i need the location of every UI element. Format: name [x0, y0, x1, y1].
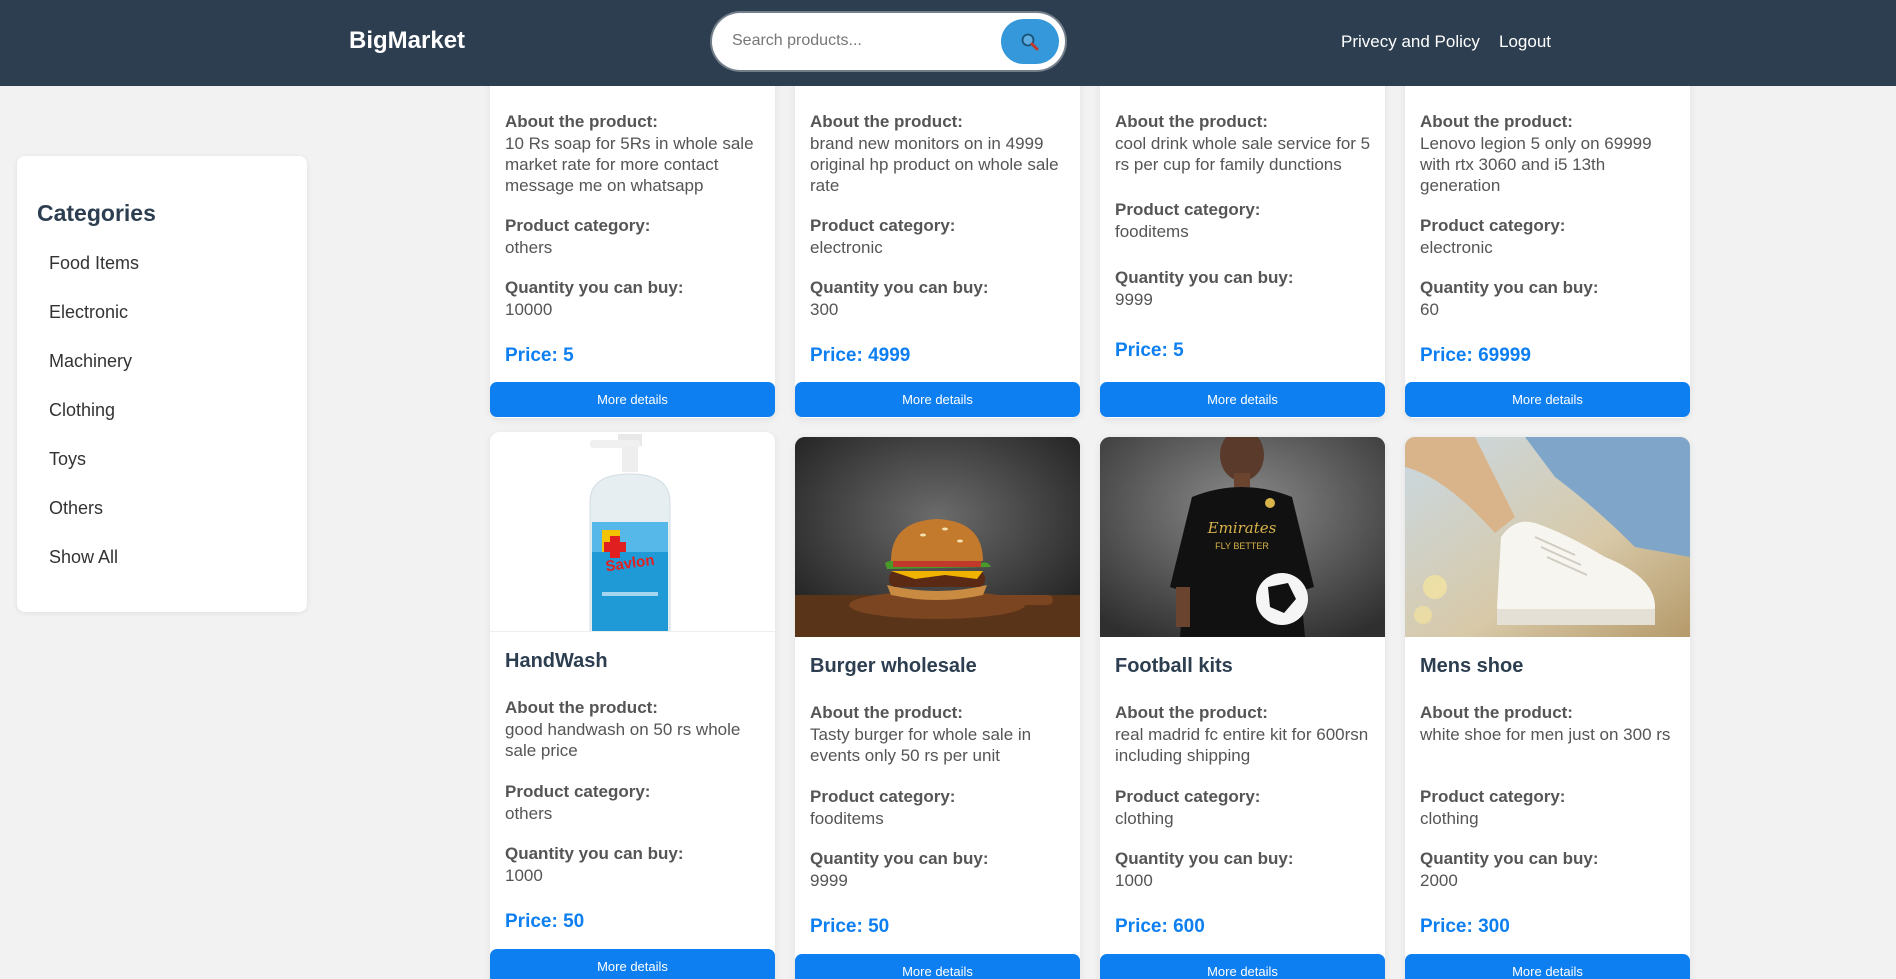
product-card: About the product: cool drink whole sale…: [1100, 60, 1385, 418]
product-quantity: 9999: [1115, 290, 1153, 309]
search-input[interactable]: [732, 27, 992, 55]
product-quantity: 300: [810, 300, 839, 319]
category-electronic[interactable]: Electronic: [49, 302, 128, 323]
category-label: Product category:: [810, 216, 956, 235]
search-bar: [712, 13, 1065, 70]
logout-link[interactable]: Logout: [1499, 32, 1551, 52]
quantity-label: Quantity you can buy:: [1420, 278, 1599, 297]
category-machinery[interactable]: Machinery: [49, 351, 132, 372]
category-label: Product category:: [505, 216, 651, 235]
more-details-button[interactable]: More details: [490, 949, 775, 979]
product-category: electronic: [810, 238, 883, 257]
product-price: Price: 50: [505, 911, 585, 932]
product-category: clothing: [1115, 809, 1174, 828]
football-kit-image: Emirates FLY BETTER: [1100, 437, 1385, 637]
category-label: Product category:: [1420, 216, 1566, 235]
about-label: About the product:: [505, 698, 658, 717]
product-card: Burger wholesale About the product: Tast…: [795, 437, 1080, 979]
product-quantity: 9999: [810, 871, 848, 890]
product-quantity: 60: [1420, 300, 1439, 319]
about-label: About the product:: [1115, 703, 1268, 722]
quantity-label: Quantity you can buy:: [505, 278, 684, 297]
categories-title: Categories: [37, 200, 156, 226]
product-quantity: 1000: [1115, 871, 1153, 890]
about-label: About the product:: [810, 703, 963, 722]
category-clothing[interactable]: Clothing: [49, 400, 115, 421]
product-name: Mens shoe: [1420, 655, 1524, 677]
product-description: cool drink whole sale service for 5 rs p…: [1115, 134, 1371, 174]
category-show-all[interactable]: Show All: [49, 547, 118, 568]
product-quantity: 2000: [1420, 871, 1458, 890]
about-label: About the product:: [1420, 703, 1573, 722]
quantity-label: Quantity you can buy:: [1420, 849, 1599, 868]
about-label: About the product:: [1115, 112, 1268, 131]
quantity-label: Quantity you can buy:: [1115, 849, 1294, 868]
category-label: Product category:: [810, 787, 956, 806]
product-description: real madrid fc entire kit for 600rsn inc…: [1115, 725, 1369, 765]
about-label: About the product:: [810, 112, 963, 131]
product-card: Emirates FLY BETTER Football kits About …: [1100, 437, 1385, 979]
more-details-button[interactable]: More details: [490, 382, 775, 417]
category-label: Product category:: [1420, 787, 1566, 806]
quantity-label: Quantity you can buy:: [505, 844, 684, 863]
categories-sidebar: Categories Food Items Electronic Machine…: [17, 156, 307, 612]
product-card: About the product: Lenovo legion 5 only …: [1405, 60, 1690, 418]
search-icon: [1021, 33, 1039, 50]
product-card: About the product: brand new monitors on…: [795, 60, 1080, 418]
more-details-button[interactable]: More details: [1100, 954, 1385, 979]
quantity-label: Quantity you can buy:: [810, 849, 989, 868]
more-details-button[interactable]: More details: [795, 954, 1080, 979]
svg-text:Emirates: Emirates: [1207, 519, 1277, 537]
product-description: 10 Rs soap for 5Rs in whole sale market …: [505, 134, 754, 195]
product-category: others: [505, 804, 553, 823]
burger-image: [795, 437, 1080, 637]
white-shoe-image: [1405, 437, 1690, 637]
product-price: Price: 69999: [1420, 345, 1531, 366]
product-card: About the product: 10 Rs soap for 5Rs in…: [490, 60, 775, 418]
product-category: others: [505, 238, 553, 257]
category-food-items[interactable]: Food Items: [49, 253, 139, 274]
quantity-label: Quantity you can buy:: [810, 278, 989, 297]
product-name: HandWash: [505, 650, 608, 672]
product-category: electronic: [1420, 238, 1493, 257]
about-label: About the product:: [1420, 112, 1573, 131]
svg-text:FLY BETTER: FLY BETTER: [1215, 541, 1269, 551]
category-others[interactable]: Others: [49, 498, 103, 519]
product-description: brand new monitors on in 4999 original h…: [810, 134, 1059, 195]
product-category: fooditems: [1115, 222, 1189, 241]
navbar: BigMarket Privecy and Policy Logout: [0, 0, 1896, 86]
more-details-button[interactable]: More details: [795, 382, 1080, 417]
product-name: Football kits: [1115, 655, 1233, 677]
product-price: Price: 5: [505, 345, 574, 366]
product-quantity: 1000: [505, 866, 543, 885]
product-category: fooditems: [810, 809, 884, 828]
product-description: Lenovo legion 5 only on 69999 with rtx 3…: [1420, 134, 1652, 195]
more-details-button[interactable]: More details: [1405, 382, 1690, 417]
category-label: Product category:: [1115, 200, 1261, 219]
privacy-policy-link[interactable]: Privecy and Policy: [1341, 32, 1480, 52]
product-price: Price: 5: [1115, 340, 1184, 361]
about-label: About the product:: [505, 112, 658, 131]
product-description: good handwash on 50 rs whole sale price: [505, 720, 741, 760]
brand-logo[interactable]: BigMarket: [349, 27, 465, 55]
product-description: white shoe for men just on 300 rs: [1420, 725, 1671, 744]
product-price: Price: 300: [1420, 916, 1510, 937]
product-price: Price: 600: [1115, 916, 1205, 937]
category-label: Product category:: [1115, 787, 1261, 806]
more-details-button[interactable]: More details: [1405, 954, 1690, 979]
search-button[interactable]: [1001, 19, 1059, 64]
category-toys[interactable]: Toys: [49, 449, 86, 470]
product-quantity: 10000: [505, 300, 553, 319]
quantity-label: Quantity you can buy:: [1115, 268, 1294, 287]
product-name: Burger wholesale: [810, 655, 977, 677]
product-price: Price: 4999: [810, 345, 911, 366]
product-price: Price: 50: [810, 916, 890, 937]
product-card: Mens shoe About the product: white shoe …: [1405, 437, 1690, 979]
product-description: Tasty burger for whole sale in events on…: [810, 725, 1032, 765]
product-category: clothing: [1420, 809, 1479, 828]
handwash-bottle-image: Savlon: [490, 432, 775, 632]
more-details-button[interactable]: More details: [1100, 382, 1385, 417]
product-card: Savlon HandWash About the product: good …: [490, 432, 775, 979]
category-label: Product category:: [505, 782, 651, 801]
